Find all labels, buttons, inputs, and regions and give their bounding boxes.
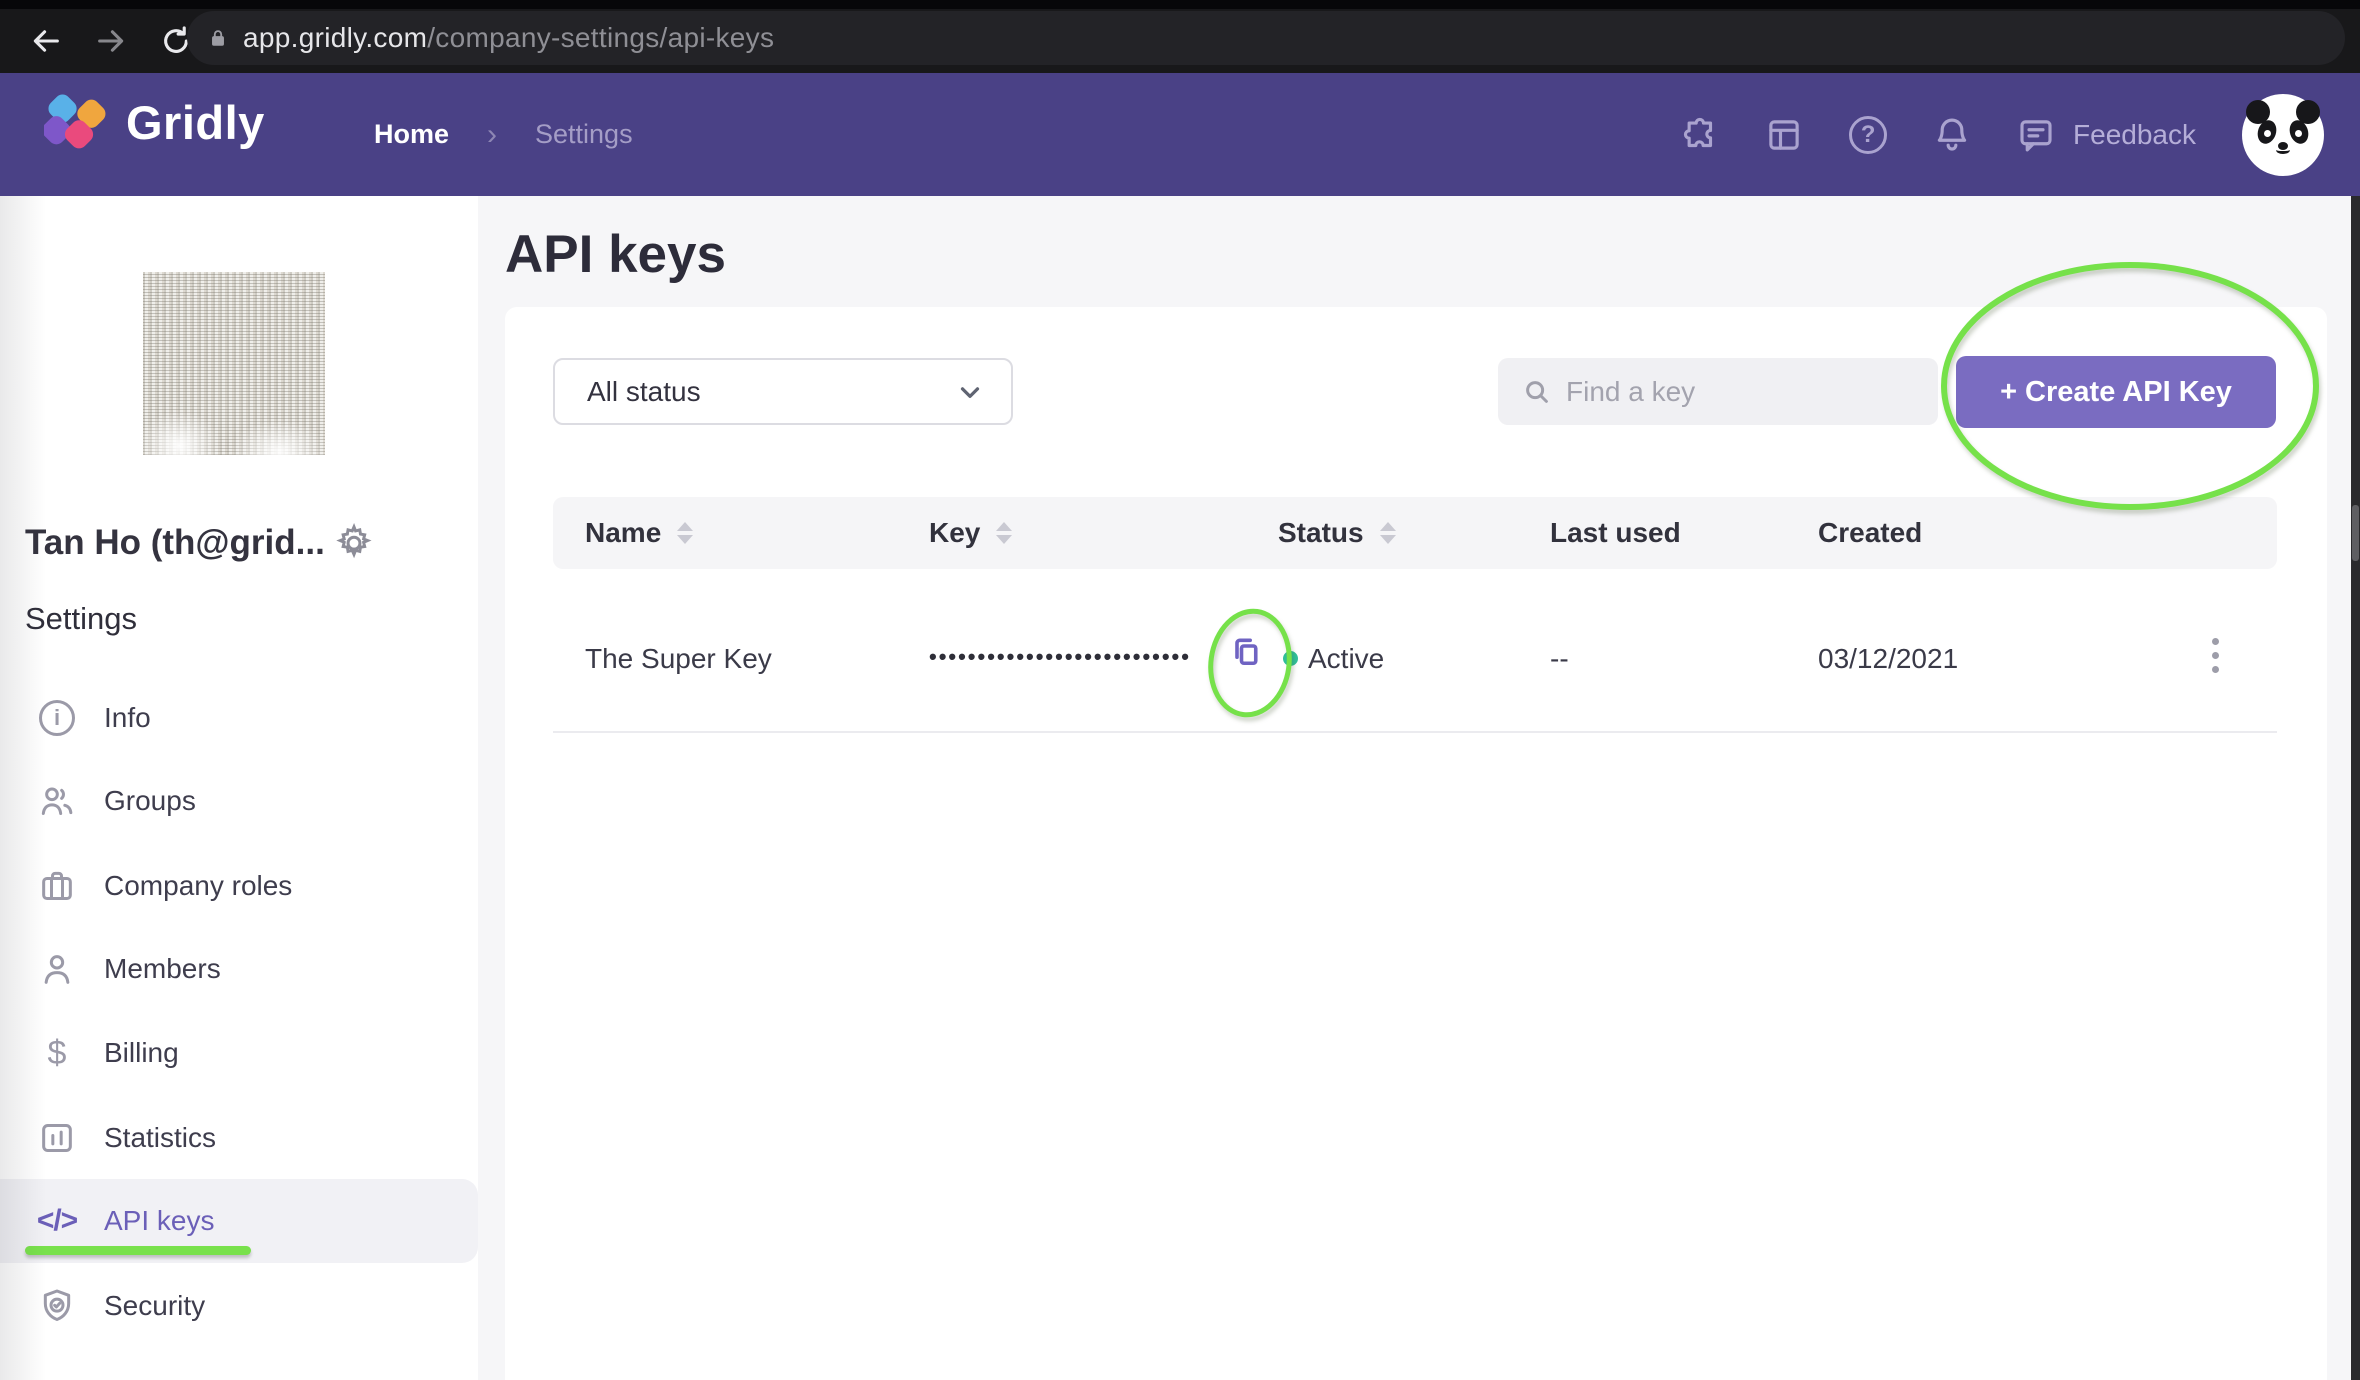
- user-avatar[interactable]: [2242, 94, 2324, 176]
- url-path: /company-settings/api-keys: [427, 22, 774, 53]
- question-mark-icon: ?: [1849, 116, 1887, 154]
- sidebar-item-label: Security: [104, 1290, 205, 1322]
- column-header-key[interactable]: Key: [929, 517, 1012, 549]
- sort-icon: [677, 522, 693, 544]
- sort-icon: [1380, 522, 1396, 544]
- bell-icon: [1931, 114, 1973, 156]
- breadcrumb: Home › Settings: [374, 73, 633, 196]
- url-host: app.gridly.com: [243, 22, 427, 53]
- sidebar: Tan Ho (th@grid... Settings i Info Group…: [0, 196, 478, 1380]
- search-box: [1498, 358, 1938, 425]
- url-text: app.gridly.com/company-settings/api-keys: [243, 22, 774, 54]
- sort-icon: [996, 522, 1012, 544]
- sidebar-item-members[interactable]: Members: [0, 927, 478, 1011]
- status-filter-value: All status: [587, 376, 701, 408]
- profile-settings-button[interactable]: [333, 522, 375, 564]
- main-content: API keys All status + Create API Key Nam…: [478, 196, 2360, 1380]
- forward-button[interactable]: [92, 22, 130, 60]
- url-bar[interactable]: app.gridly.com/company-settings/api-keys: [187, 11, 2345, 65]
- page: app.gridly.com/company-settings/api-keys…: [0, 0, 2360, 1380]
- sidebar-item-security[interactable]: Security: [0, 1264, 478, 1348]
- header-actions: ? Feedback: [1677, 73, 2360, 196]
- page-title: API keys: [505, 224, 726, 285]
- back-arrow-icon: [29, 24, 63, 58]
- notifications-button[interactable]: [1929, 112, 1975, 158]
- sidebar-item-info[interactable]: i Info: [0, 676, 478, 760]
- back-button[interactable]: [27, 22, 65, 60]
- feedback-label: Feedback: [2073, 119, 2196, 151]
- sidebar-item-label: API keys: [104, 1205, 214, 1237]
- sidebar-item-api-keys[interactable]: </> API keys: [0, 1179, 478, 1263]
- content-card: All status + Create API Key Name Key: [505, 307, 2327, 1380]
- copy-key-button[interactable]: [1221, 625, 1271, 679]
- bar-chart-icon: [36, 1117, 78, 1159]
- sidebar-item-statistics[interactable]: Statistics: [0, 1096, 478, 1180]
- sidebar-item-label: Statistics: [104, 1122, 216, 1154]
- table-row: The Super Key ••••••••••••••••••••••••••…: [553, 569, 2277, 733]
- feedback-button[interactable]: Feedback: [2013, 112, 2196, 158]
- feedback-chat-icon: [2013, 112, 2059, 158]
- copy-icon: [1228, 634, 1264, 670]
- briefcase-icon: [36, 865, 78, 907]
- gridly-logo[interactable]: Gridly: [44, 87, 265, 157]
- shield-icon: [36, 1285, 78, 1327]
- column-label: Name: [585, 517, 661, 549]
- panels-button[interactable]: [1761, 112, 1807, 158]
- window-edge: [0, 0, 2360, 9]
- breadcrumb-home[interactable]: Home: [374, 119, 449, 150]
- gear-icon: [333, 522, 375, 564]
- table-header: Name Key Status Last used Created: [553, 497, 2277, 569]
- chevron-down-icon: [955, 377, 985, 407]
- user-name: Tan Ho (th@grid...: [25, 523, 325, 563]
- cell-status: Active: [1308, 643, 1384, 675]
- sidebar-item-groups[interactable]: Groups: [0, 759, 478, 843]
- column-label: Status: [1278, 517, 1364, 549]
- layout-panel-icon: [1763, 114, 1805, 156]
- cell-last-used: --: [1550, 643, 1569, 675]
- dollar-icon: $: [36, 1032, 78, 1074]
- forward-arrow-icon: [94, 24, 128, 58]
- sidebar-item-company-roles[interactable]: Company roles: [0, 844, 478, 928]
- column-header-name[interactable]: Name: [585, 517, 693, 549]
- lock-icon: [207, 25, 229, 51]
- breadcrumb-current: Settings: [535, 119, 633, 150]
- sidebar-item-label: Members: [104, 953, 221, 985]
- sidebar-item-label: Billing: [104, 1037, 179, 1069]
- info-circle-icon: i: [36, 697, 78, 739]
- status-filter-select[interactable]: All status: [553, 358, 1013, 425]
- cell-created: 03/12/2021: [1818, 643, 1958, 675]
- settings-heading: Settings: [25, 601, 137, 637]
- profile-image: [143, 272, 325, 455]
- person-icon: [36, 948, 78, 990]
- code-icon: </>: [36, 1200, 78, 1242]
- column-header-last-used: Last used: [1550, 517, 1681, 549]
- sidebar-item-label: Company roles: [104, 870, 292, 902]
- column-label: Last used: [1550, 517, 1681, 549]
- gridly-logo-mark: [44, 87, 112, 157]
- scrollbar-thumb[interactable]: [2352, 505, 2359, 561]
- app-header: Gridly Home › Settings ? Fe: [0, 73, 2360, 196]
- people-icon: [36, 780, 78, 822]
- sidebar-item-label: Groups: [104, 785, 196, 817]
- sidebar-item-label: Info: [104, 702, 151, 734]
- column-label: Created: [1818, 517, 1922, 549]
- column-header-created: Created: [1818, 517, 1922, 549]
- search-input[interactable]: [1566, 376, 1896, 408]
- cell-masked-key: •••••••••••••••••••••••••••: [929, 641, 1191, 673]
- extensions-button[interactable]: [1677, 112, 1723, 158]
- help-button[interactable]: ?: [1845, 112, 1891, 158]
- puzzle-icon: [1679, 114, 1721, 156]
- sidebar-item-billing[interactable]: $ Billing: [0, 1011, 478, 1095]
- browser-bar: app.gridly.com/company-settings/api-keys: [0, 0, 2360, 73]
- search-icon: [1522, 377, 1552, 407]
- logo-text: Gridly: [126, 95, 265, 150]
- breadcrumb-separator: ›: [487, 118, 497, 152]
- status-active-dot: [1283, 651, 1298, 666]
- scrollbar[interactable]: [2351, 196, 2360, 1380]
- column-label: Key: [929, 517, 980, 549]
- create-api-key-button[interactable]: + Create API Key: [1956, 356, 2276, 428]
- row-menu-button[interactable]: [2193, 627, 2237, 683]
- column-header-status[interactable]: Status: [1278, 517, 1396, 549]
- cell-key-name: The Super Key: [585, 643, 772, 675]
